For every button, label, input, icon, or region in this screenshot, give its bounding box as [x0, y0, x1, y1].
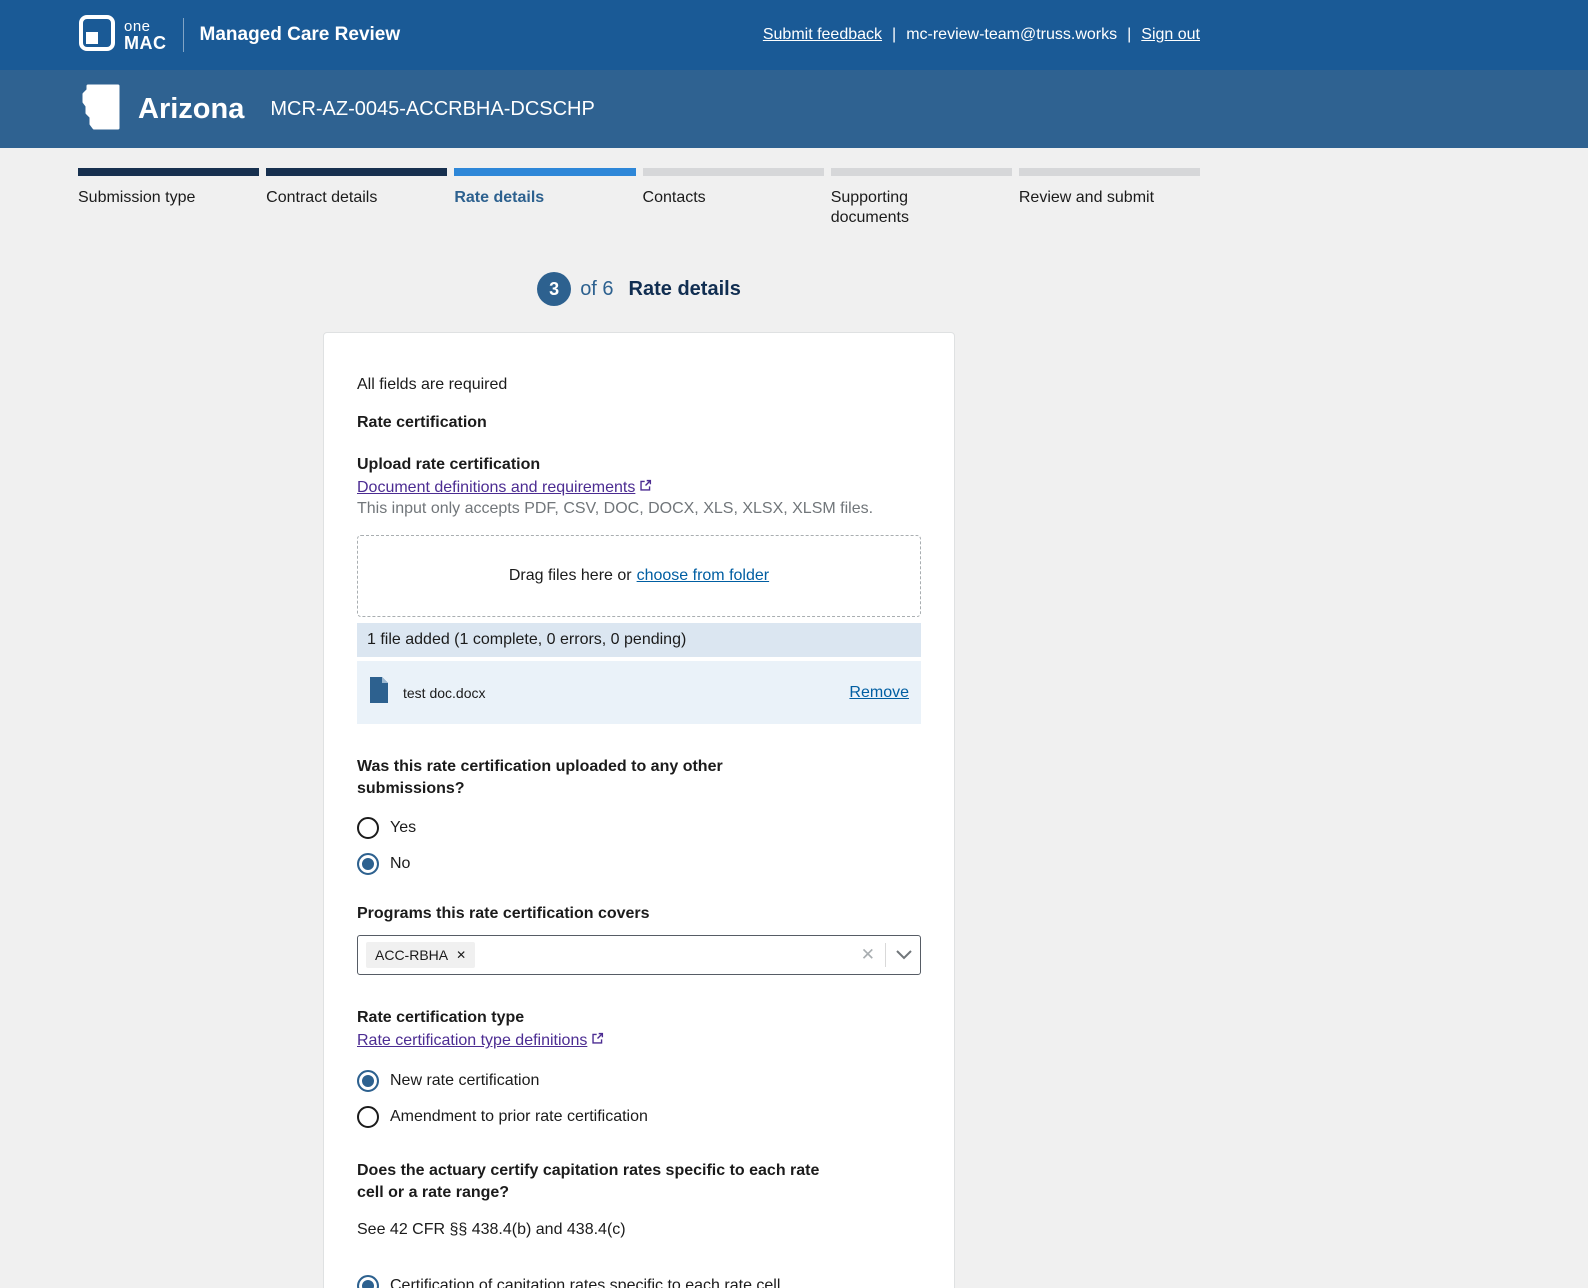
upload-label: Upload rate certification: [357, 456, 921, 474]
step-review-and-submit[interactable]: Review and submit: [1019, 168, 1200, 228]
upload-hint: This input only accepts PDF, CSV, DOC, D…: [357, 500, 921, 518]
submit-feedback-link[interactable]: Submit feedback: [763, 26, 882, 44]
radio-option-rate-cell[interactable]: Certification of capitation rates specif…: [357, 1275, 921, 1288]
step-bar: [78, 168, 259, 176]
chevron-down-icon[interactable]: [896, 950, 912, 960]
step-label: Contract details: [266, 176, 416, 208]
remove-file-link[interactable]: Remove: [849, 684, 909, 702]
other-submissions-question: Was this rate certification uploaded to …: [357, 756, 829, 799]
step-bar: [1019, 168, 1200, 176]
step-label: Review and submit: [1019, 176, 1169, 208]
cert-type-label: Rate certification type: [357, 1009, 921, 1027]
radio-new-cert[interactable]: [357, 1070, 379, 1092]
document-icon: [369, 677, 389, 708]
page-title: Rate details: [629, 278, 741, 301]
step-rate-details[interactable]: Rate details: [454, 168, 635, 228]
uploaded-file-row: test doc.docx Remove: [357, 661, 921, 724]
step-bar: [454, 168, 635, 176]
program-chip: ACC-RBHA ✕: [366, 942, 475, 968]
step-bar: [831, 168, 1012, 176]
step-of-total: of 6: [580, 278, 613, 301]
required-note: All fields are required: [357, 376, 921, 394]
step-contacts[interactable]: Contacts: [643, 168, 824, 228]
cfr-reference: See 42 CFR §§ 438.4(b) and 438.4(c): [357, 1221, 921, 1239]
external-link-icon: [639, 479, 652, 497]
radio-option-amendment[interactable]: Amendment to prior rate certification: [357, 1106, 921, 1128]
step-submission-type[interactable]: Submission type: [78, 168, 259, 228]
app-title: Managed Care Review: [200, 24, 401, 46]
step-label: Rate details: [454, 176, 604, 208]
cert-type-definitions-link[interactable]: Rate certification type definitions: [357, 1032, 604, 1050]
header-separator: |: [892, 26, 896, 44]
state-name: Arizona: [138, 93, 244, 126]
programs-label: Programs this rate certification covers: [357, 905, 921, 923]
step-bar: [643, 168, 824, 176]
app-header: one MAC Managed Care Review Submit feedb…: [0, 0, 1588, 70]
step-supporting-documents[interactable]: Supporting documents: [831, 168, 1012, 228]
radio-amendment[interactable]: [357, 1106, 379, 1128]
onemac-logo[interactable]: one MAC: [78, 14, 167, 57]
onemac-logo-icon: [78, 14, 116, 57]
document-definitions-link[interactable]: Document definitions and requirements: [357, 479, 652, 497]
chip-remove-icon[interactable]: ✕: [456, 948, 466, 962]
step-indicator: Submission type Contract details Rate de…: [78, 168, 1200, 228]
choose-from-folder-link[interactable]: choose from folder: [637, 567, 770, 585]
step-number-badge: 3: [537, 272, 571, 306]
header-separator: |: [1127, 26, 1131, 44]
file-status-bar: 1 file added (1 complete, 0 errors, 0 pe…: [357, 623, 921, 657]
actuary-question: Does the actuary certify capitation rate…: [357, 1160, 829, 1203]
step-bar: [266, 168, 447, 176]
logo-text-one: one: [124, 19, 167, 34]
submission-id: MCR-AZ-0045-ACCRBHA-DCSCHP: [270, 98, 594, 121]
signout-link[interactable]: Sign out: [1141, 26, 1200, 44]
clear-selection-icon[interactable]: ✕: [861, 945, 875, 965]
rate-details-form: All fields are required Rate certificati…: [323, 332, 955, 1288]
step-label: Contacts: [643, 176, 793, 208]
step-label: Submission type: [78, 176, 228, 208]
step-contract-details[interactable]: Contract details: [266, 168, 447, 228]
arizona-state-icon: [78, 84, 120, 135]
select-divider: [885, 943, 886, 967]
logo-text-mac: MAC: [124, 34, 167, 52]
header-divider: [183, 18, 184, 52]
file-dropzone[interactable]: Drag files here or choose from folder: [357, 535, 921, 617]
external-link-icon: [591, 1032, 604, 1050]
page-heading: 3 of 6 Rate details: [78, 272, 1200, 306]
radio-option-yes[interactable]: Yes: [357, 817, 921, 839]
radio-yes[interactable]: [357, 817, 379, 839]
submission-banner: Arizona MCR-AZ-0045-ACCRBHA-DCSCHP: [0, 70, 1588, 148]
programs-select[interactable]: ACC-RBHA ✕ ✕: [357, 935, 921, 975]
user-email: mc-review-team@truss.works: [906, 26, 1117, 44]
step-label: Supporting documents: [831, 176, 981, 228]
radio-no[interactable]: [357, 853, 379, 875]
radio-rate-cell[interactable]: [357, 1275, 379, 1288]
file-name: test doc.docx: [403, 685, 486, 701]
section-title: Rate certification: [357, 414, 921, 432]
dropzone-text: Drag files here or: [509, 567, 632, 585]
radio-option-no[interactable]: No: [357, 853, 921, 875]
radio-option-new-cert[interactable]: New rate certification: [357, 1070, 921, 1092]
